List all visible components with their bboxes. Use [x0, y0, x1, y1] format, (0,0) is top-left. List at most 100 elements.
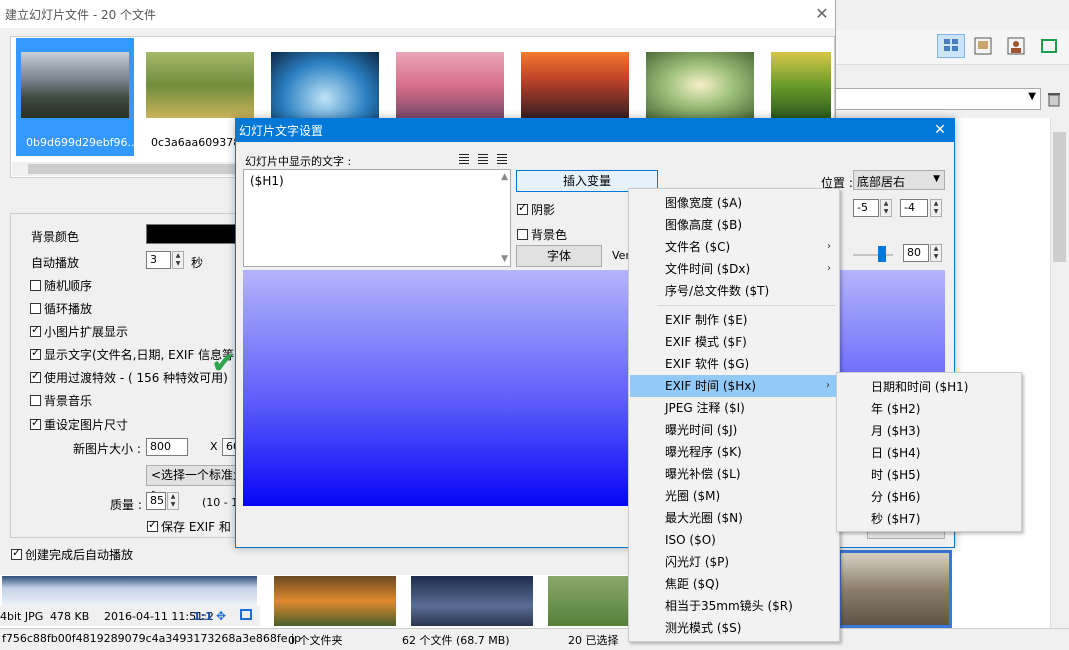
status-files: 62 个文件 (68.7 MB) [402, 634, 510, 647]
variable-menu: 图像宽度 ($A) 图像高度 ($B) 文件名 ($C) › 文件时间 ($Dx)… [628, 188, 840, 642]
opacity-stepper[interactable]: ▲ ▼ [930, 244, 942, 262]
auto-play-after-label: 创建完成后自动播放 [25, 548, 134, 562]
submenu-item-second[interactable]: 秒 ($H7) [837, 508, 1021, 530]
menu-item-filename[interactable]: 文件名 ($C) › [629, 236, 839, 258]
transition-label: 使用过渡特效 - ( 156 种特效可用) [44, 371, 228, 385]
autoplay-input[interactable]: 3 [146, 251, 171, 269]
menu-item-height[interactable]: 图像高度 ($B) [629, 214, 839, 236]
menu-item-iso[interactable]: ISO ($O) [629, 529, 839, 551]
menu-item-jpeg-comment[interactable]: JPEG 注释 ($I) [629, 397, 839, 419]
scrollbar-thumb[interactable] [1053, 132, 1066, 262]
bottom-thumb[interactable] [411, 576, 533, 626]
menu-item-exposure-bias[interactable]: 曝光补偿 ($L) [629, 463, 839, 485]
menu-item-filetime[interactable]: 文件时间 ($Dx) › [629, 258, 839, 280]
exif-time-submenu: 日期和时间 ($H1) 年 ($H2) 月 ($H3) 日 ($H4) 时 ($… [836, 372, 1022, 532]
thumbnail-item[interactable]: 0b9d699d29ebf96... [16, 38, 138, 156]
opacity-input[interactable]: 80 [903, 244, 929, 262]
trash-icon[interactable] [1045, 90, 1063, 108]
font-button[interactable]: 字体 [516, 245, 602, 267]
align-right-icon[interactable] [497, 154, 507, 164]
submenu-item-month[interactable]: 月 ($H3) [837, 420, 1021, 442]
quality-label: 质量 : [110, 498, 142, 512]
thumbnail-label: 0c3a6aa6093785 [151, 136, 248, 149]
menu-item-focal-length[interactable]: 焦距 ($Q) [629, 573, 839, 595]
menu-item-35mm[interactable]: 相当于35mm镜头 ($R) [629, 595, 839, 617]
info-format: 4bit JPG [0, 610, 44, 623]
submenu-item-minute[interactable]: 分 ($H6) [837, 486, 1021, 508]
position-select[interactable]: 底部居右 ▼ [853, 170, 945, 190]
menu-item-exif-software[interactable]: EXIF 软件 ($G) [629, 353, 839, 375]
auto-play-after-checkbox[interactable] [11, 546, 22, 560]
offset-y-stepper[interactable]: ▲ ▼ [930, 199, 942, 217]
keep-exif-checkbox[interactable] [147, 518, 158, 532]
chevron-right-icon: › [827, 241, 831, 252]
align-left-icon[interactable] [459, 154, 469, 164]
shadow-checkbox[interactable] [517, 201, 528, 215]
fullscreen-small-icon[interactable] [240, 609, 252, 620]
slider-thumb[interactable] [878, 246, 886, 262]
menu-item-aperture[interactable]: 光圈 ($M) [629, 485, 839, 507]
menu-item-exif-make[interactable]: EXIF 制作 ($E) [629, 309, 839, 331]
fit-icon[interactable]: ✥ [216, 609, 226, 623]
text-scroll-down-icon[interactable]: ▼ [501, 254, 508, 264]
menu-item-exposure-time[interactable]: 曝光时间 ($J) [629, 419, 839, 441]
transition-checkbox[interactable] [30, 369, 41, 383]
expand-small-checkbox[interactable] [30, 323, 41, 337]
text-scroll-up-icon[interactable]: ▲ [501, 172, 508, 182]
quality-stepper[interactable]: ▲ ▼ [167, 492, 179, 510]
submenu-item-hour[interactable]: 时 ($H5) [837, 464, 1021, 486]
view-thumbnails-icon[interactable] [937, 34, 965, 58]
bg-music-checkbox[interactable] [30, 395, 41, 406]
submenu-item-day[interactable]: 日 ($H4) [837, 442, 1021, 464]
menu-item-max-aperture[interactable]: 最大光圈 ($N) [629, 507, 839, 529]
submenu-item-year[interactable]: 年 ($H2) [837, 398, 1021, 420]
cathedral-thumb[interactable] [838, 550, 952, 628]
chevron-down-icon: ▼ [933, 174, 940, 184]
submenu-item-datetime[interactable]: 日期和时间 ($H1) [837, 376, 1021, 398]
offset-y-input[interactable]: -4 [900, 199, 928, 217]
expand-small-label: 小图片扩展显示 [44, 325, 129, 339]
info-size: 478 KB [50, 610, 90, 623]
offset-x-stepper[interactable]: ▲ ▼ [880, 199, 892, 217]
menu-item-exif-time[interactable]: EXIF 时间 ($Hx) › [630, 375, 838, 397]
random-order-checkbox[interactable] [30, 280, 41, 291]
text-input-value: ($H1) [250, 174, 284, 188]
random-order-label: 随机顺序 [44, 279, 93, 293]
resize-label: 重设定图片尺寸 [44, 418, 129, 432]
menu-item-exposure-program[interactable]: 曝光程序 ($K) [629, 441, 839, 463]
bottom-thumb[interactable] [548, 576, 630, 626]
menu-item-metering[interactable]: 测光模式 ($S) [629, 617, 839, 639]
bg-color-swatch[interactable] [146, 224, 238, 244]
menu-item-exif-model[interactable]: EXIF 模式 ($F) [629, 331, 839, 353]
align-center-icon[interactable] [478, 154, 488, 164]
opacity-slider[interactable] [853, 246, 893, 262]
main-close-button[interactable]: ✕ [812, 4, 832, 24]
view-person-icon[interactable] [1005, 36, 1027, 56]
explorer-scrollbar[interactable] [1050, 118, 1068, 628]
new-width-input[interactable]: 800 [146, 438, 188, 456]
dialog-title: 幻灯片文字设置 [239, 124, 324, 138]
bottom-thumb[interactable] [274, 576, 396, 626]
text-bg-color-checkbox[interactable] [517, 229, 528, 240]
autoplay-stepper[interactable]: ▲ ▼ [172, 251, 184, 269]
bg-music-label: 背景音乐 [44, 394, 93, 408]
offset-x-input[interactable]: -5 [853, 199, 879, 217]
quality-input[interactable]: 85 [146, 492, 166, 510]
scrollbar-thumb[interactable] [28, 164, 258, 174]
main-window-title: 建立幻灯片文件 - 20 个文件 [5, 8, 157, 22]
chevron-right-icon: › [826, 380, 830, 391]
view-preview-icon[interactable] [972, 36, 994, 56]
show-text-checkbox[interactable] [30, 346, 41, 360]
fullscreen-icon[interactable] [1038, 36, 1060, 56]
bottom-thumb[interactable] [2, 576, 257, 606]
new-size-label: 新图片大小 : [73, 442, 141, 456]
menu-item-flash[interactable]: 闪光灯 ($P) [629, 551, 839, 573]
menu-item-width[interactable]: 图像宽度 ($A) [629, 192, 839, 214]
text-input[interactable]: ($H1) ▲ ▼ [243, 169, 511, 267]
dialog-close-button[interactable]: ✕ [930, 120, 950, 140]
loop-play-checkbox[interactable] [30, 303, 41, 314]
path-dropdown[interactable]: ▼ [835, 88, 1041, 110]
resize-checkbox[interactable] [30, 416, 41, 430]
menu-item-index[interactable]: 序号/总文件数 ($T) [629, 280, 839, 302]
chevron-down-icon: ▼ [1028, 91, 1036, 102]
